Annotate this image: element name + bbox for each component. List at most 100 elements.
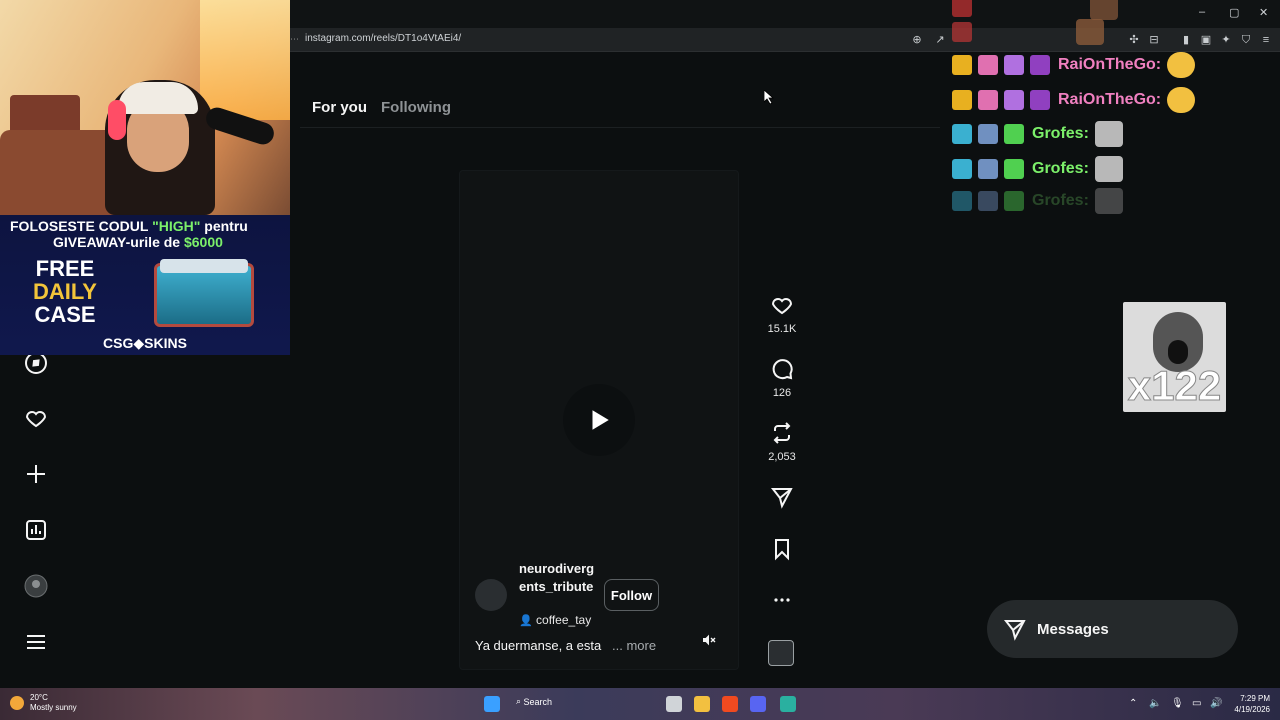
chat-line: RaiOnTheGo:: [952, 52, 1196, 78]
bookmark-icon[interactable]: [770, 537, 794, 561]
menu-icon[interactable]: ≡: [1259, 33, 1273, 47]
like-action[interactable]: 15.1K: [764, 293, 800, 335]
laughing-emote-icon: [1167, 87, 1196, 113]
audio-credit[interactable]: 👤 coffee_tay: [519, 613, 591, 627]
close-window-button[interactable]: ✕: [1259, 6, 1268, 19]
tabs-divider: [300, 127, 940, 128]
notifications-heart-icon[interactable]: [22, 404, 50, 432]
user-badge-icon: [952, 22, 972, 42]
clock-time: 7:29 PM: [1240, 694, 1270, 703]
tab-for-you[interactable]: For you: [312, 99, 367, 116]
tab-search-icon[interactable]: ⊟: [1147, 33, 1161, 47]
alert-count: x122: [1127, 362, 1222, 410]
promo-text: pentru: [204, 218, 248, 234]
gift-badge-icon: [1004, 124, 1024, 144]
webcam-window: [200, 0, 290, 120]
caption-more-link[interactable]: ... more: [612, 638, 656, 653]
promo-text: GIVEAWAY-urile de: [53, 234, 181, 250]
comment-icon[interactable]: [770, 357, 794, 381]
promo-line-1: FOLOSESTE CODUL "HIGH" pentru: [10, 218, 248, 234]
taskbar-search[interactable]: ⌕ Search: [516, 696, 552, 707]
emote-icon: [1094, 188, 1123, 214]
gift-badge-icon: [1004, 159, 1024, 179]
url-text[interactable]: instagram.com/reels/DT1o4VtAEi4/: [305, 33, 461, 44]
chat-line: RaiOnTheGo:: [952, 87, 1196, 113]
audio-thumbnail[interactable]: [768, 640, 794, 666]
comment-count: 126: [772, 387, 792, 399]
chat-username: RaiOnTheGo:: [1058, 91, 1162, 108]
minimize-button[interactable]: –: [1199, 6, 1205, 18]
ai-icon[interactable]: ✦: [1219, 33, 1233, 47]
task-view-icon[interactable]: [666, 696, 682, 712]
send-icon[interactable]: [770, 485, 794, 509]
site-info-icon[interactable]: ⋯: [290, 34, 300, 44]
file-explorer-icon[interactable]: [694, 696, 710, 712]
gift-badge-icon: [1004, 90, 1024, 110]
shield-icon[interactable]: ⛉: [1239, 33, 1253, 47]
ghost-badge-icon: [978, 191, 998, 211]
messages-button[interactable]: Messages: [987, 600, 1238, 658]
play-icon[interactable]: [563, 384, 635, 456]
like-count: 15.1K: [767, 323, 797, 335]
promo-case: CASE: [34, 302, 96, 327]
author-name[interactable]: neurodivergents_tribute: [519, 560, 599, 596]
network-tray-icon[interactable]: ▭: [1192, 698, 1201, 709]
brave-browser-icon[interactable]: [722, 696, 738, 712]
repost-count: 2,053: [768, 451, 796, 463]
chat-line: Grofes:: [952, 121, 1123, 147]
repost-action[interactable]: 2,053: [764, 421, 800, 463]
clock[interactable]: 7:29 PM 4/19/2026: [1228, 693, 1270, 715]
heart-icon[interactable]: [770, 293, 794, 317]
reel-caption: Ya duermanse, a esta: [475, 638, 602, 653]
audio-tray-icon[interactable]: 🔈: [1149, 698, 1161, 709]
chat-username: Grofes:: [1032, 160, 1089, 177]
tray-expand-icon[interactable]: ⌃: [1129, 698, 1137, 709]
mic-tray-icon[interactable]: 🎙: [1171, 698, 1184, 709]
more-options-action[interactable]: [764, 590, 800, 610]
streamer-cap: [118, 82, 198, 114]
app-icon[interactable]: [780, 696, 796, 712]
muted-speaker-icon[interactable]: [698, 630, 720, 650]
comment-action[interactable]: 126: [764, 357, 800, 399]
maximize-button[interactable]: ▢: [1229, 6, 1239, 19]
create-plus-icon[interactable]: [22, 460, 50, 488]
search-icon: ⌕: [516, 696, 524, 706]
sidebar-icon[interactable]: ▮: [1179, 33, 1193, 47]
more-dots-icon[interactable]: [770, 590, 794, 610]
discord-icon[interactable]: [750, 696, 766, 712]
wallet-icon[interactable]: ▣: [1199, 33, 1213, 47]
author-avatar[interactable]: [475, 579, 507, 611]
share-action[interactable]: [764, 485, 800, 509]
webcam-overlay: FOLOSESTE CODUL "HIGH" pentru GIVEAWAY-u…: [0, 0, 290, 355]
extensions-icon[interactable]: ✣: [1127, 33, 1141, 47]
weather-widget[interactable]: 20°C Mostly sunny: [10, 693, 77, 713]
follow-button[interactable]: Follow: [604, 579, 659, 611]
profile-avatar[interactable]: [22, 572, 50, 600]
save-action[interactable]: [764, 537, 800, 561]
sub-badge-icon: [952, 124, 972, 144]
gift-badge-icon: [1004, 55, 1024, 75]
repost-icon[interactable]: [770, 421, 794, 445]
case-crate-lid: [160, 259, 248, 273]
crown-badge-icon: [952, 55, 972, 75]
tab-following[interactable]: Following: [381, 99, 451, 116]
emote-icon: [1076, 19, 1104, 45]
sponsor-banner: FOLOSESTE CODUL "HIGH" pentru GIVEAWAY-u…: [0, 215, 290, 355]
chat-username: RaiOnTheGo:: [1058, 56, 1162, 73]
dashboard-icon[interactable]: [22, 516, 50, 544]
ghost-badge-icon: [978, 124, 998, 144]
address-bar[interactable]: ⋯ instagram.com/reels/DT1o4VtAEi4/ ⊕ ↗ ✣…: [290, 28, 1280, 52]
ghost-badge-icon: [978, 90, 998, 110]
promo-free: FREE: [35, 256, 95, 281]
more-menu-icon[interactable]: [22, 628, 50, 656]
share-icon[interactable]: ↗: [933, 33, 947, 47]
cursor-icon: [764, 90, 774, 104]
volume-tray-icon[interactable]: 🔊: [1210, 698, 1222, 709]
start-icon[interactable]: [484, 696, 500, 712]
chat-line-partial: [952, 0, 1118, 20]
alert-image-detail: [1168, 340, 1188, 364]
free-daily-case: FREE DAILY CASE: [10, 257, 120, 326]
zoom-icon[interactable]: ⊕: [910, 33, 924, 47]
temperature: 20°C: [30, 693, 48, 702]
sponsor-logo: CSG◆SKINS: [103, 335, 187, 351]
